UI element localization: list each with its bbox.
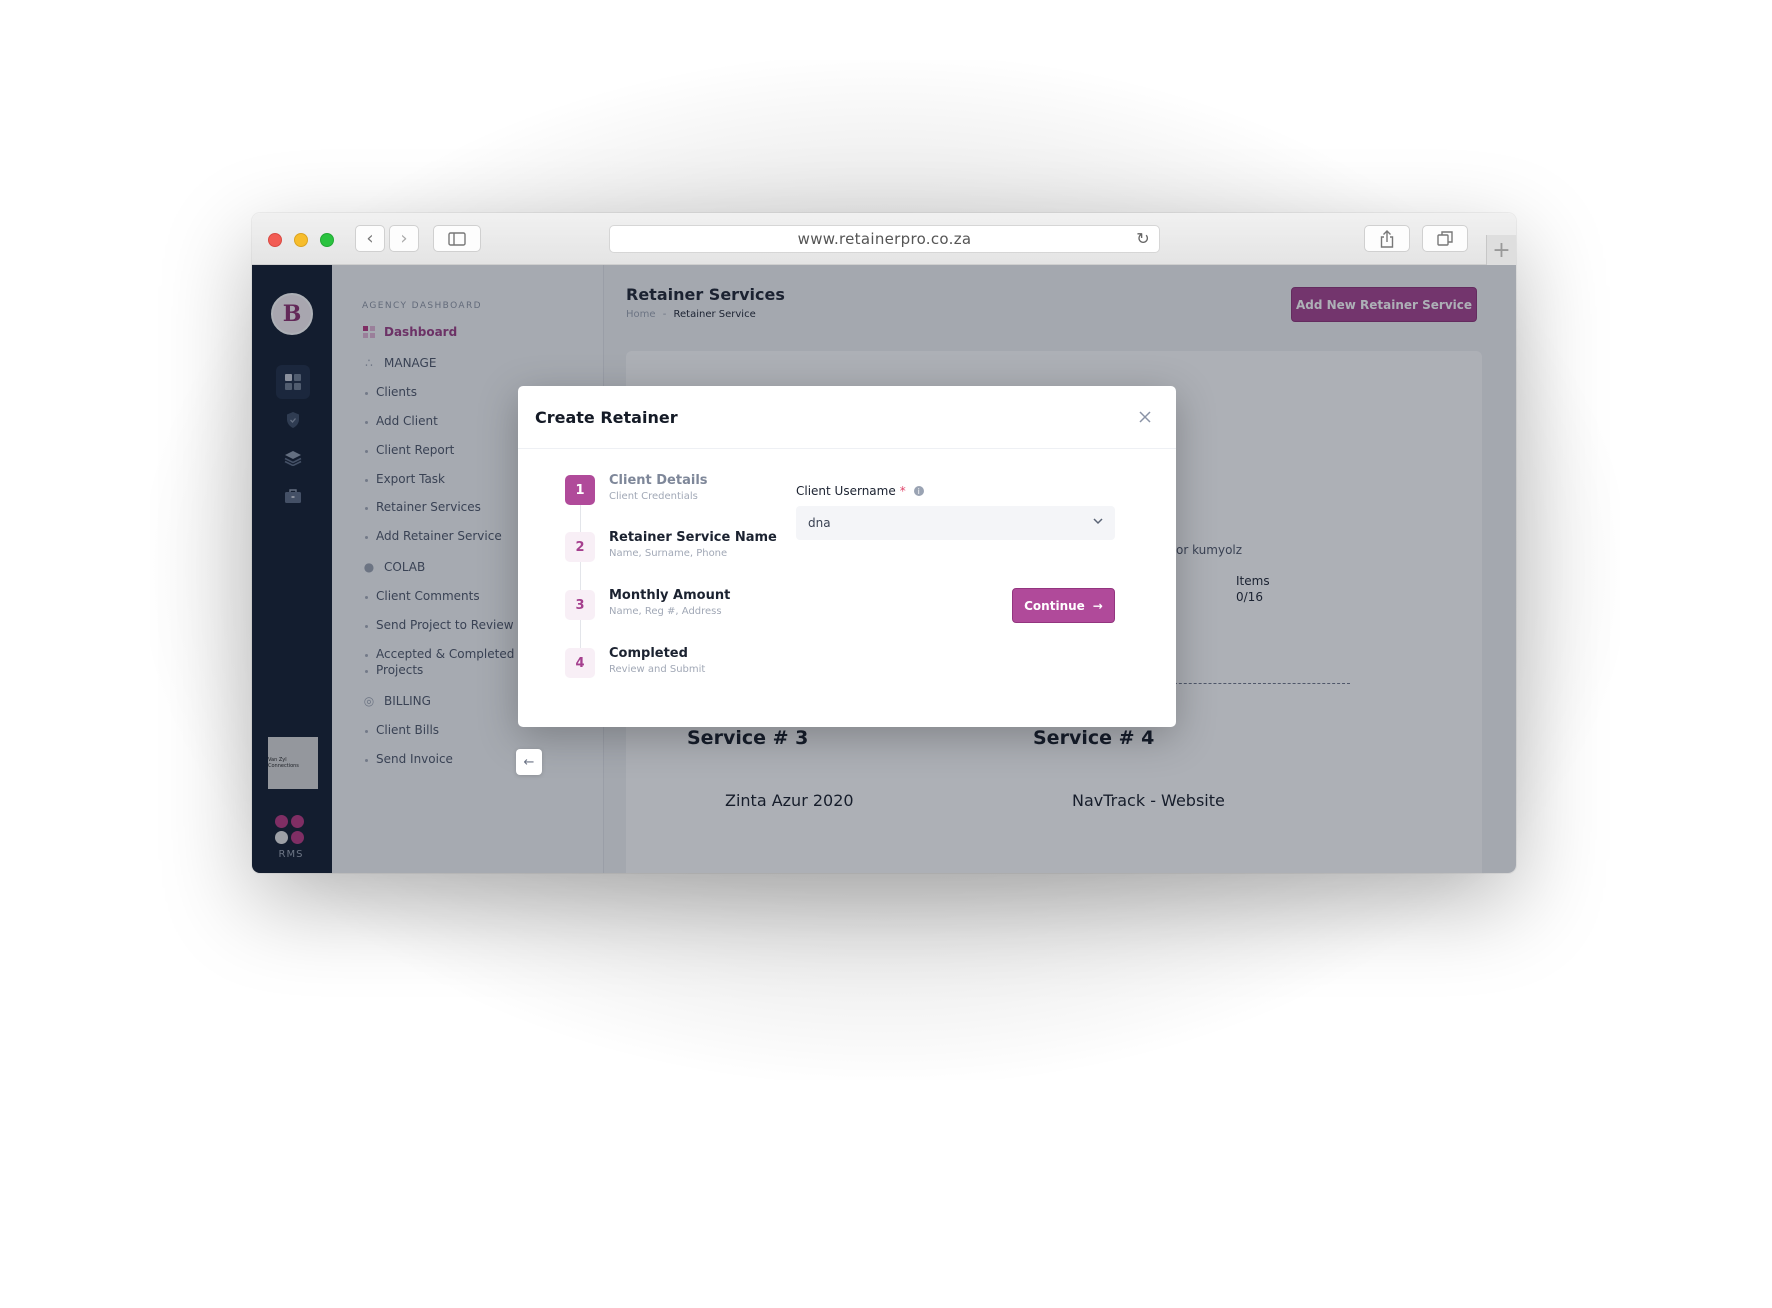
url-text: www.retainerpro.co.za: [797, 230, 972, 248]
step-title: Monthly Amount: [609, 588, 731, 603]
step-number: 2: [565, 532, 595, 562]
plus-icon[interactable]: +: [1486, 235, 1516, 265]
chevron-down-icon: [1093, 515, 1103, 528]
chevron-right-icon[interactable]: ›: [389, 225, 419, 252]
collapse-sidebar-button[interactable]: ←: [516, 749, 542, 775]
modal-header: Create Retainer: [518, 386, 1176, 449]
tabs-icon[interactable]: [1422, 225, 1468, 252]
sidebar-icon[interactable]: [433, 225, 481, 252]
step-description: Client Credentials: [609, 491, 698, 502]
step-number: 4: [565, 648, 595, 678]
required-marker: *: [899, 484, 906, 498]
step-number: 3: [565, 590, 595, 620]
step-connector: [580, 620, 581, 649]
select-value: dna: [808, 516, 831, 530]
arrow-left-icon: ←: [523, 754, 535, 770]
maximize-window-button[interactable]: [320, 233, 334, 247]
arrow-right-icon: →: [1092, 598, 1103, 613]
create-retainer-modal: Create Retainer 1 Client Details Client …: [518, 386, 1176, 727]
close-window-button[interactable]: [268, 233, 282, 247]
client-username-select[interactable]: dna: [796, 506, 1115, 540]
field-label-text: Client Username: [796, 484, 896, 498]
browser-window: ‹ › www.retainerpro.co.za ↻ + B Van Zyl …: [252, 213, 1516, 873]
step-description: Name, Reg #, Address: [609, 606, 722, 617]
chevron-left-icon[interactable]: ‹: [355, 225, 385, 252]
continue-button[interactable]: Continue →: [1012, 588, 1115, 623]
browser-toolbar: ‹ › www.retainerpro.co.za ↻ +: [252, 213, 1516, 265]
minimize-window-button[interactable]: [294, 233, 308, 247]
modal-title: Create Retainer: [535, 408, 678, 427]
step-title: Client Details: [609, 473, 708, 488]
app-area: B Van Zyl Connections RMS AGENCY DASHBOA…: [252, 265, 1516, 873]
step-title: Completed: [609, 646, 688, 661]
step-number: 1: [565, 475, 595, 505]
share-icon[interactable]: [1364, 225, 1410, 252]
info-icon[interactable]: i: [913, 486, 924, 496]
step-description: Name, Surname, Phone: [609, 548, 728, 559]
address-bar[interactable]: www.retainerpro.co.za ↻: [609, 225, 1160, 253]
client-username-label: Client Username * i: [796, 484, 924, 498]
close-icon[interactable]: [1134, 406, 1156, 428]
continue-label: Continue: [1024, 598, 1085, 613]
step-connector: [580, 505, 581, 533]
reload-icon[interactable]: ↻: [1136, 229, 1150, 248]
step-connector: [580, 562, 581, 591]
step-description: Review and Submit: [609, 664, 706, 675]
step-title: Retainer Service Name: [609, 530, 777, 545]
